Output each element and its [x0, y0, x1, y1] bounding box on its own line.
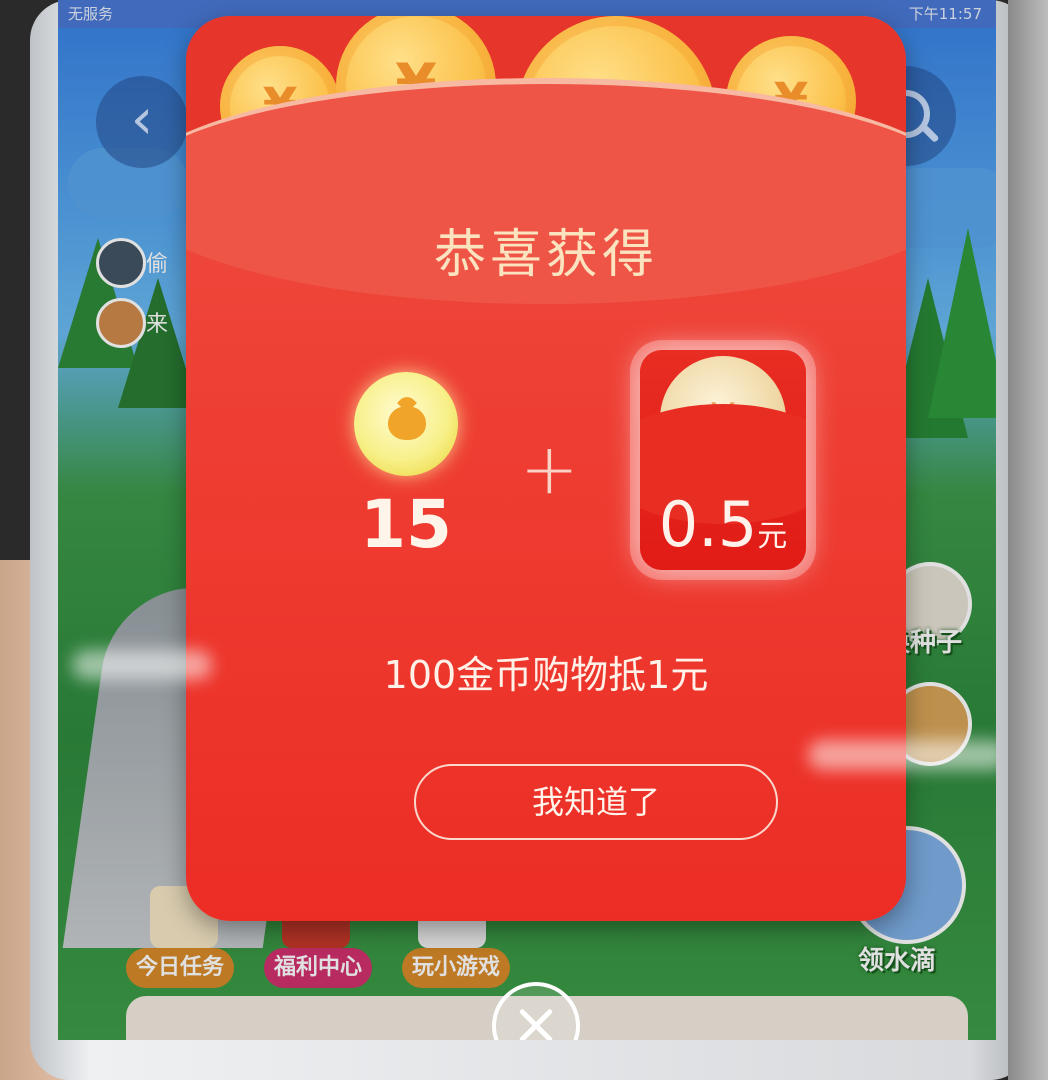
cash-amount: 0.5元	[640, 488, 806, 561]
cash-value: 0.5	[658, 488, 758, 561]
coin-amount: 15	[360, 486, 452, 563]
modal-title: 恭喜获得	[433, 225, 658, 285]
confirm-button[interactable]: 我知道了	[414, 764, 778, 840]
screen: 无服务 下午11:57 ‹ 偷 来 换种子 领水滴 今日任务 福利中心 玩小游戏…	[58, 0, 996, 1040]
plus-sign: +	[520, 428, 579, 510]
phone-edge	[1008, 0, 1048, 1080]
reward-modal: ¥ ¥ ¥ ¥ 恭喜获得 15 + ¥ 0.5元 100金币购物抵1元 我知道了	[186, 16, 906, 921]
screen-glare	[72, 650, 212, 680]
coin-icon	[354, 372, 458, 476]
cash-unit: 元	[757, 519, 788, 554]
red-packet-icon: ¥ 0.5元	[640, 350, 806, 570]
coin-exchange-info: 100金币购物抵1元	[383, 653, 709, 697]
screen-glare	[808, 740, 996, 770]
